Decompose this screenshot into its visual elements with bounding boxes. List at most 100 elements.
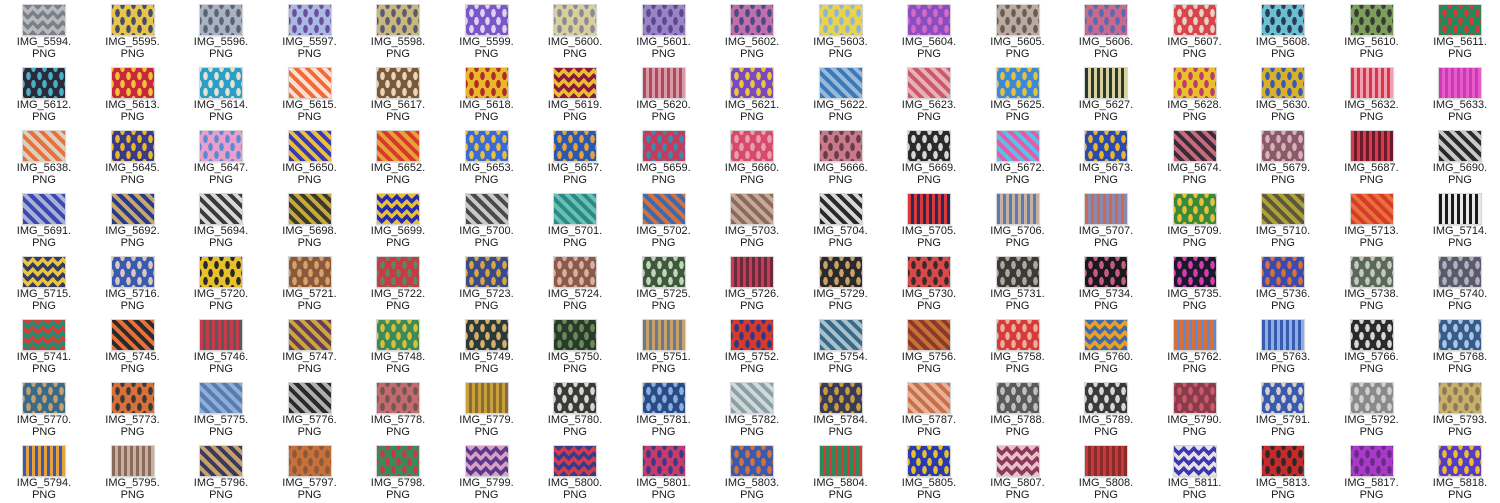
image-thumbnail[interactable] xyxy=(1084,130,1128,162)
image-thumbnail[interactable] xyxy=(376,67,420,99)
file-item[interactable]: IMG_5731. PNG xyxy=(974,252,1062,314)
file-item[interactable]: IMG_5798. PNG xyxy=(354,441,442,503)
image-thumbnail[interactable] xyxy=(1438,256,1482,288)
file-item[interactable]: IMG_5594. PNG xyxy=(0,0,88,62)
file-item[interactable]: IMG_5793. PNG xyxy=(1416,378,1500,440)
file-item[interactable]: IMG_5796. PNG xyxy=(177,441,265,503)
file-item[interactable]: IMG_5780. PNG xyxy=(531,378,619,440)
file-item[interactable]: IMG_5734. PNG xyxy=(1062,252,1150,314)
image-thumbnail[interactable] xyxy=(110,382,155,414)
image-thumbnail[interactable] xyxy=(553,193,597,225)
image-thumbnail[interactable] xyxy=(1349,4,1394,36)
file-item[interactable]: IMG_5803. PNG xyxy=(708,441,796,503)
file-item[interactable]: IMG_5666. PNG xyxy=(797,126,885,188)
file-item[interactable]: IMG_5715. PNG xyxy=(0,252,88,314)
file-item[interactable]: IMG_5817. PNG xyxy=(1328,441,1416,503)
file-item[interactable]: IMG_5741. PNG xyxy=(0,315,88,377)
image-thumbnail[interactable] xyxy=(376,382,420,414)
image-thumbnail[interactable] xyxy=(730,256,774,288)
file-item[interactable]: IMG_5818. PNG xyxy=(1416,441,1500,503)
image-thumbnail[interactable] xyxy=(995,4,1040,36)
file-item[interactable]: IMG_5595. PNG xyxy=(89,0,177,62)
image-thumbnail[interactable] xyxy=(376,4,420,36)
image-thumbnail[interactable] xyxy=(287,382,332,414)
image-thumbnail[interactable] xyxy=(641,256,686,288)
file-item[interactable]: IMG_5799. PNG xyxy=(443,441,531,503)
file-item[interactable]: IMG_5756. PNG xyxy=(885,315,973,377)
image-thumbnail[interactable] xyxy=(1438,130,1482,162)
image-thumbnail[interactable] xyxy=(1172,256,1217,288)
file-item[interactable]: IMG_5690. PNG xyxy=(1416,126,1500,188)
file-item[interactable]: IMG_5760. PNG xyxy=(1062,315,1150,377)
file-item[interactable]: IMG_5630. PNG xyxy=(1239,63,1327,125)
file-item[interactable]: IMG_5606. PNG xyxy=(1062,0,1150,62)
file-item[interactable]: IMG_5638. PNG xyxy=(0,126,88,188)
file-item[interactable]: IMG_5748. PNG xyxy=(354,315,442,377)
image-thumbnail[interactable] xyxy=(907,4,951,36)
file-item[interactable]: IMG_5713. PNG xyxy=(1328,189,1416,251)
file-item[interactable]: IMG_5747. PNG xyxy=(266,315,354,377)
image-thumbnail[interactable] xyxy=(641,67,686,99)
image-thumbnail[interactable] xyxy=(1438,4,1482,36)
file-item[interactable]: IMG_5601. PNG xyxy=(620,0,708,62)
image-thumbnail[interactable] xyxy=(1438,67,1482,99)
image-thumbnail[interactable] xyxy=(641,319,686,351)
image-thumbnail[interactable] xyxy=(287,256,332,288)
file-item[interactable]: IMG_5674. PNG xyxy=(1151,126,1239,188)
image-thumbnail[interactable] xyxy=(1084,67,1128,99)
file-item[interactable]: IMG_5701. PNG xyxy=(531,189,619,251)
file-item[interactable]: IMG_5653. PNG xyxy=(443,126,531,188)
file-item[interactable]: IMG_5721. PNG xyxy=(266,252,354,314)
file-item[interactable]: IMG_5781. PNG xyxy=(620,378,708,440)
image-thumbnail[interactable] xyxy=(641,4,686,36)
file-item[interactable]: IMG_5597. PNG xyxy=(266,0,354,62)
image-thumbnail[interactable] xyxy=(1261,256,1305,288)
image-thumbnail[interactable] xyxy=(553,382,597,414)
file-item[interactable]: IMG_5620. PNG xyxy=(620,63,708,125)
file-item[interactable]: IMG_5610. PNG xyxy=(1328,0,1416,62)
image-thumbnail[interactable] xyxy=(22,193,66,225)
file-item[interactable]: IMG_5800. PNG xyxy=(531,441,619,503)
file-item[interactable]: IMG_5746. PNG xyxy=(177,315,265,377)
file-item[interactable]: IMG_5726. PNG xyxy=(708,252,796,314)
image-thumbnail[interactable] xyxy=(376,130,420,162)
image-thumbnail[interactable] xyxy=(818,193,863,225)
image-thumbnail[interactable] xyxy=(1172,193,1217,225)
file-item[interactable]: IMG_5706. PNG xyxy=(974,189,1062,251)
image-thumbnail[interactable] xyxy=(730,319,774,351)
image-thumbnail[interactable] xyxy=(1438,445,1482,477)
file-item[interactable]: IMG_5703. PNG xyxy=(708,189,796,251)
image-thumbnail[interactable] xyxy=(995,319,1040,351)
image-thumbnail[interactable] xyxy=(110,445,155,477)
image-thumbnail[interactable] xyxy=(1084,256,1128,288)
image-thumbnail[interactable] xyxy=(110,256,155,288)
image-thumbnail[interactable] xyxy=(553,445,597,477)
image-thumbnail[interactable] xyxy=(110,130,155,162)
file-item[interactable]: IMG_5789. PNG xyxy=(1062,378,1150,440)
file-item[interactable]: IMG_5599. PNG xyxy=(443,0,531,62)
file-item[interactable]: IMG_5788. PNG xyxy=(974,378,1062,440)
file-item[interactable]: IMG_5679. PNG xyxy=(1239,126,1327,188)
image-thumbnail[interactable] xyxy=(22,319,66,351)
image-thumbnail[interactable] xyxy=(199,256,243,288)
image-thumbnail[interactable] xyxy=(818,256,863,288)
file-item[interactable]: IMG_5623. PNG xyxy=(885,63,973,125)
image-thumbnail[interactable] xyxy=(287,193,332,225)
image-thumbnail[interactable] xyxy=(110,67,155,99)
image-thumbnail[interactable] xyxy=(1349,445,1394,477)
file-item[interactable]: IMG_5754. PNG xyxy=(797,315,885,377)
image-thumbnail[interactable] xyxy=(818,382,863,414)
file-item[interactable]: IMG_5766. PNG xyxy=(1328,315,1416,377)
file-item[interactable]: IMG_5787. PNG xyxy=(885,378,973,440)
image-thumbnail[interactable] xyxy=(22,256,66,288)
file-item[interactable]: IMG_5805. PNG xyxy=(885,441,973,503)
file-item[interactable]: IMG_5709. PNG xyxy=(1151,189,1239,251)
image-thumbnail[interactable] xyxy=(907,67,951,99)
image-thumbnail[interactable] xyxy=(22,130,66,162)
image-thumbnail[interactable] xyxy=(1349,193,1394,225)
file-item[interactable]: IMG_5729. PNG xyxy=(797,252,885,314)
image-thumbnail[interactable] xyxy=(376,445,420,477)
file-item[interactable]: IMG_5659. PNG xyxy=(620,126,708,188)
file-item[interactable]: IMG_5650. PNG xyxy=(266,126,354,188)
file-item[interactable]: IMG_5795. PNG xyxy=(89,441,177,503)
